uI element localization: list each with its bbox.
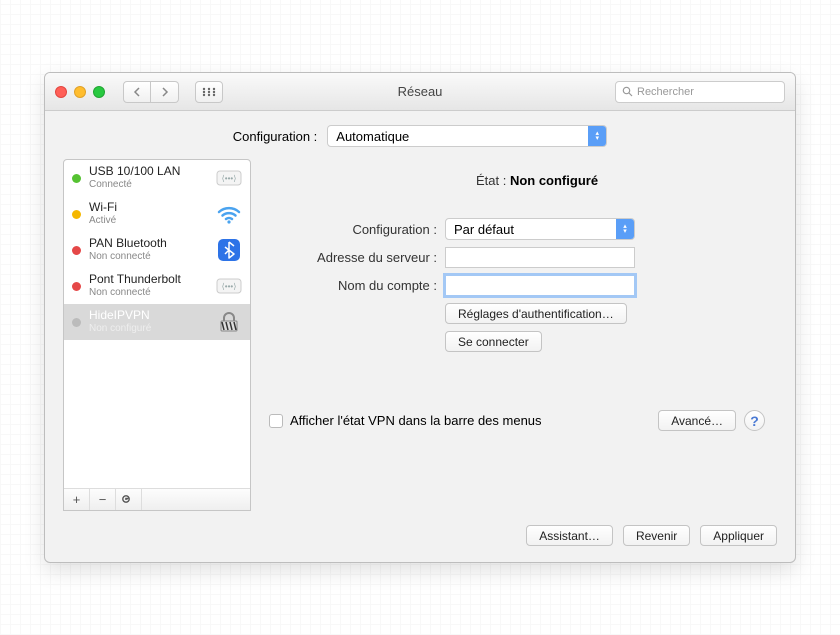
location-label: Configuration : bbox=[233, 129, 318, 144]
service-status: Non configuré bbox=[89, 323, 208, 335]
search-input[interactable]: Rechercher bbox=[615, 81, 785, 103]
show-all-button[interactable] bbox=[195, 81, 223, 103]
config-select[interactable]: Par défaut ▴▾ bbox=[445, 218, 635, 240]
vpn-status-checkbox[interactable] bbox=[269, 414, 283, 428]
service-text: PAN BluetoothNon connecté bbox=[89, 237, 208, 262]
search-placeholder: Rechercher bbox=[637, 86, 694, 98]
search-icon bbox=[622, 86, 633, 97]
chevron-updown-icon: ▴▾ bbox=[616, 219, 634, 239]
window-body: Configuration : Automatique ▴▾ USB 10/10… bbox=[45, 111, 795, 562]
config-row: Configuration : Par défaut ▴▾ bbox=[269, 218, 765, 240]
gear-icon bbox=[121, 494, 137, 506]
service-name: HideIPVPN bbox=[89, 309, 208, 323]
service-status: Connecté bbox=[89, 179, 208, 191]
services-container: USB 10/100 LANConnecté ⟨•••⟩ Wi-FiActivé PA… bbox=[64, 160, 250, 488]
service-text: Wi-FiActivé bbox=[89, 201, 208, 226]
state-row: État : Non configuré bbox=[309, 173, 765, 188]
columns: USB 10/100 LANConnecté ⟨•••⟩ Wi-FiActivé PA… bbox=[63, 159, 777, 511]
bottom-row: Afficher l'état VPN dans la barre des me… bbox=[269, 410, 765, 431]
account-label: Nom du compte : bbox=[269, 278, 445, 293]
help-button[interactable]: ? bbox=[744, 410, 765, 431]
auth-settings-button[interactable]: Réglages d'authentification… bbox=[445, 303, 627, 324]
advanced-button[interactable]: Avancé… bbox=[658, 410, 736, 431]
service-name: Pont Thunderbolt bbox=[89, 273, 208, 287]
close-icon[interactable] bbox=[55, 86, 67, 98]
service-item[interactable]: Wi-FiActivé bbox=[64, 196, 250, 232]
status-dot-icon bbox=[72, 210, 81, 219]
location-row: Configuration : Automatique ▴▾ bbox=[63, 125, 777, 147]
remove-service-button[interactable]: − bbox=[90, 489, 116, 510]
detail-pane: État : Non configuré Configuration : Par… bbox=[251, 159, 777, 511]
service-toolbar: + − bbox=[64, 488, 250, 510]
titlebar: Réseau Rechercher bbox=[45, 73, 795, 111]
service-status: Non connecté bbox=[89, 251, 208, 263]
footer: Assistant… Revenir Appliquer bbox=[63, 525, 777, 546]
svg-text:⟨•••⟩: ⟨•••⟩ bbox=[222, 174, 237, 183]
lock-icon bbox=[216, 309, 242, 335]
back-button[interactable] bbox=[123, 81, 151, 103]
status-dot-icon bbox=[72, 246, 81, 255]
svg-text:⟨•••⟩: ⟨•••⟩ bbox=[222, 282, 237, 291]
ethernet-icon: ⟨•••⟩ bbox=[216, 273, 242, 299]
service-item[interactable]: HideIPVPNNon configuré bbox=[64, 304, 250, 340]
add-service-button[interactable]: + bbox=[64, 489, 90, 510]
state-label: État : bbox=[476, 173, 506, 188]
service-status: Non connecté bbox=[89, 287, 208, 299]
location-select[interactable]: Automatique ▴▾ bbox=[327, 125, 607, 147]
window-title: Réseau bbox=[398, 84, 443, 99]
chevron-updown-icon: ▴▾ bbox=[588, 126, 606, 146]
service-name: PAN Bluetooth bbox=[89, 237, 208, 251]
server-input[interactable] bbox=[445, 247, 635, 268]
connect-button[interactable]: Se connecter bbox=[445, 331, 542, 352]
account-row: Nom du compte : bbox=[269, 275, 765, 296]
assistant-button[interactable]: Assistant… bbox=[526, 525, 613, 546]
traffic-lights bbox=[55, 86, 105, 98]
account-input[interactable] bbox=[445, 275, 635, 296]
service-item[interactable]: USB 10/100 LANConnecté ⟨•••⟩ bbox=[64, 160, 250, 196]
server-label: Adresse du serveur : bbox=[269, 250, 445, 265]
preferences-window: Réseau Rechercher Configuration : Automa… bbox=[44, 72, 796, 563]
apply-button[interactable]: Appliquer bbox=[700, 525, 777, 546]
service-status: Activé bbox=[89, 215, 208, 227]
server-row: Adresse du serveur : bbox=[269, 247, 765, 268]
ethernet-icon: ⟨•••⟩ bbox=[216, 165, 242, 191]
connect-row: Se connecter bbox=[269, 331, 765, 352]
service-list: USB 10/100 LANConnecté ⟨•••⟩ Wi-FiActivé PA… bbox=[63, 159, 251, 511]
service-name: Wi-Fi bbox=[89, 201, 208, 215]
service-text: Pont ThunderboltNon connecté bbox=[89, 273, 208, 298]
config-label: Configuration : bbox=[269, 222, 445, 237]
bluetooth-icon bbox=[216, 237, 242, 263]
status-dot-icon bbox=[72, 282, 81, 291]
vpn-status-label: Afficher l'état VPN dans la barre des me… bbox=[290, 413, 658, 428]
nav-back-forward bbox=[123, 81, 179, 103]
auth-row: Réglages d'authentification… bbox=[269, 303, 765, 324]
wifi-icon bbox=[216, 201, 242, 227]
state-value: Non configuré bbox=[510, 173, 598, 188]
location-value: Automatique bbox=[336, 129, 409, 144]
zoom-icon[interactable] bbox=[93, 86, 105, 98]
status-dot-icon bbox=[72, 174, 81, 183]
service-item[interactable]: Pont ThunderboltNon connecté ⟨•••⟩ bbox=[64, 268, 250, 304]
revert-button[interactable]: Revenir bbox=[623, 525, 690, 546]
config-value: Par défaut bbox=[454, 222, 514, 237]
service-text: HideIPVPNNon configuré bbox=[89, 309, 208, 334]
status-dot-icon bbox=[72, 318, 81, 327]
service-text: USB 10/100 LANConnecté bbox=[89, 165, 208, 190]
service-item[interactable]: PAN BluetoothNon connecté bbox=[64, 232, 250, 268]
forward-button[interactable] bbox=[151, 81, 179, 103]
service-actions-button[interactable] bbox=[116, 489, 142, 510]
minimize-icon[interactable] bbox=[74, 86, 86, 98]
service-name: USB 10/100 LAN bbox=[89, 165, 208, 179]
